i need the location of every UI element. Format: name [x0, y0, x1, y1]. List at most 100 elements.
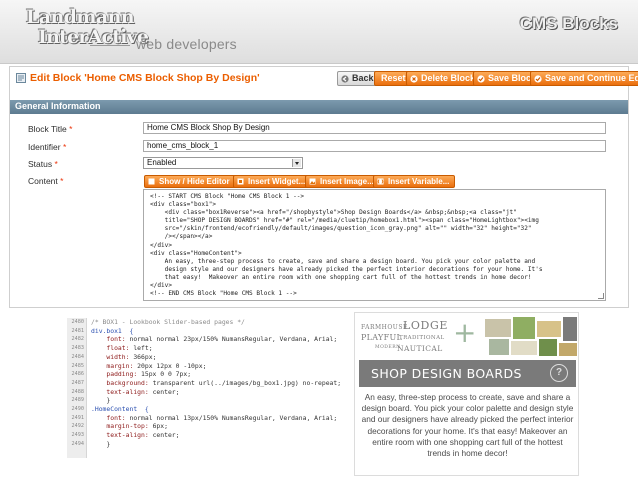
css-code-line: } [91, 396, 343, 405]
insert-image-button[interactable]: Insert Image... [305, 175, 380, 188]
image-icon [309, 178, 316, 185]
insert-image-label: Insert Image... [320, 177, 374, 186]
logo-divider [90, 45, 130, 46]
save-and-continue-button-label: Save and Continue Edit [545, 73, 638, 83]
css-property: font: [91, 413, 126, 422]
show-hide-editor-button[interactable]: Show / Hide Editor [144, 175, 236, 188]
css-property: margin: [91, 361, 134, 370]
color-swatches [483, 315, 577, 357]
insert-widget-label: Insert Widget... [248, 177, 306, 186]
css-code-line: margin: 20px 12px 0 -10px; [91, 362, 343, 371]
insert-variable-label: Insert Variable... [388, 177, 450, 186]
line-number: 2487 [71, 379, 85, 386]
content-code-line: <!-- START CMS Block "Home CMS Block 1 -… [150, 193, 305, 200]
color-swatch [539, 339, 557, 356]
save-and-continue-button[interactable]: Save and Continue Edit [530, 71, 638, 86]
style-lodge: LODGE [403, 319, 448, 332]
css-property: text-align: [91, 387, 149, 396]
line-number: 2486 [71, 371, 85, 378]
line-number: 2480 [71, 319, 85, 325]
reset-button-label: Reset [381, 73, 406, 83]
line-number: 2484 [71, 353, 85, 360]
content-textarea[interactable]: <!-- START CMS Block "Home CMS Block 1 -… [143, 189, 606, 301]
delete-block-button[interactable]: Delete Block [406, 71, 483, 86]
css-code-line: float: left; [91, 344, 343, 353]
logo-line-1: Landmann [26, 6, 135, 28]
identifier-label: Identifier * [28, 142, 67, 152]
question-icon[interactable]: ? [550, 364, 568, 382]
content-code-line: An easy, three-step process to create, s… [150, 257, 536, 265]
line-number-gutter: 2480 2481 2482 2483 2484 2485 2486 2487 2488 2489… [67, 318, 87, 458]
css-code-line: font: normal normal 13px/150% NumansRegu… [91, 414, 343, 423]
slide-header: Landmann InterActive web developers CMS … [0, 0, 638, 64]
line-number: 2491 [71, 414, 85, 421]
css-value: 366px; [129, 352, 157, 361]
content-code-line: </div> [150, 241, 173, 249]
style-playful: PLAYFUL [361, 333, 403, 342]
css-code-line: background: transparent url(../images/bg… [91, 379, 343, 388]
block-title-input[interactable]: Home CMS Block Shop By Design [143, 122, 606, 134]
line-number: 2483 [71, 345, 85, 352]
logo-tagline: web developers [136, 36, 237, 52]
content-code-line: /></span></a> [150, 233, 213, 241]
insert-variable-button[interactable]: Insert Variable... [373, 175, 456, 188]
back-button-label: Back [352, 73, 374, 83]
line-number: 2482 [71, 336, 85, 343]
line-number: 2488 [71, 388, 85, 395]
widget-icon [237, 178, 244, 185]
color-swatch [537, 321, 561, 337]
color-swatch [489, 339, 509, 355]
css-code-line: margin-top: 6px; [91, 422, 343, 431]
general-information-section-header: General Information [10, 100, 628, 114]
block-title-label: Block Title * [28, 124, 73, 134]
css-selector: div.box1 { [91, 326, 134, 335]
page-title: Edit Block 'Home CMS Block Shop By Desig… [30, 72, 260, 84]
css-code-line: text-align: center; [91, 431, 343, 440]
slide-title: CMS Blocks [519, 14, 618, 33]
css-value: center; [148, 431, 180, 440]
content-code-line: that easy! Makeover an entire room with … [150, 273, 532, 281]
color-swatch [513, 317, 535, 339]
shop-design-boards-widget: FARMHOUSE LODGE PLAYFUL TRADITIONAL MODE… [354, 312, 579, 476]
identifier-input[interactable]: home_cms_block_1 [143, 140, 606, 152]
delete-icon [410, 75, 418, 83]
save-block-button-label: Save Block [488, 73, 537, 83]
chevron-down-icon [292, 159, 301, 167]
css-value: 15px 0 0 7px; [137, 370, 192, 379]
css-property: float: [91, 344, 130, 353]
content-code-line: src="/skin/frontend/ecofriendly/default/… [150, 225, 532, 233]
insert-widget-button[interactable]: Insert Widget... [233, 175, 312, 188]
line-number: 2492 [71, 423, 85, 430]
css-code-line: div.box1 { [91, 327, 343, 336]
line-number: 2494 [71, 440, 85, 447]
line-number: 2485 [71, 362, 85, 369]
status-label: Status * [28, 159, 58, 169]
css-property: padding: [91, 370, 138, 379]
show-hide-editor-label: Show / Hide Editor [159, 177, 230, 186]
content-code-line: </div> [150, 282, 173, 290]
css-code-line: /* BOX1 - Lookbook Slider-based pages */ [91, 318, 343, 327]
content-code-line: title="SHOP DESIGN BOARDS" href="#" rel=… [150, 217, 539, 225]
content-code-line: <div class="box1"> [150, 201, 217, 209]
css-brace: } [91, 439, 111, 448]
status-select[interactable]: Enabled [143, 157, 303, 169]
widget-description: An easy, three-step process to create, s… [361, 392, 574, 459]
widget-banner: FARMHOUSE LODGE PLAYFUL TRADITIONAL MODE… [355, 313, 578, 358]
line-number: 2489 [71, 397, 85, 404]
style-farmhouse: FARMHOUSE [361, 324, 408, 331]
resize-grip-icon[interactable] [598, 293, 604, 299]
css-code-snippet: 2480 2481 2482 2483 2484 2485 2486 2487 2488 2489… [67, 318, 344, 458]
css-property: width: [91, 352, 130, 361]
page-head: Edit Block 'Home CMS Block Shop By Desig… [10, 67, 638, 89]
css-property: font: [91, 335, 126, 344]
color-swatch [511, 341, 537, 355]
css-property: background: [91, 378, 149, 387]
delete-block-button-label: Delete Block [421, 73, 476, 83]
style-nautical: NAUTICAL [397, 344, 443, 353]
status-selected-value: Enabled [147, 158, 177, 167]
css-value: normal normal 13px/150% NumansRegular, V… [125, 413, 338, 422]
editor-toggle-icon [148, 178, 155, 185]
shop-design-boards-link[interactable]: SHOP DESIGN BOARDS ? [359, 360, 576, 387]
css-value: center; [148, 387, 180, 396]
content-code-line: <div class="HomeContent"> [150, 249, 242, 257]
